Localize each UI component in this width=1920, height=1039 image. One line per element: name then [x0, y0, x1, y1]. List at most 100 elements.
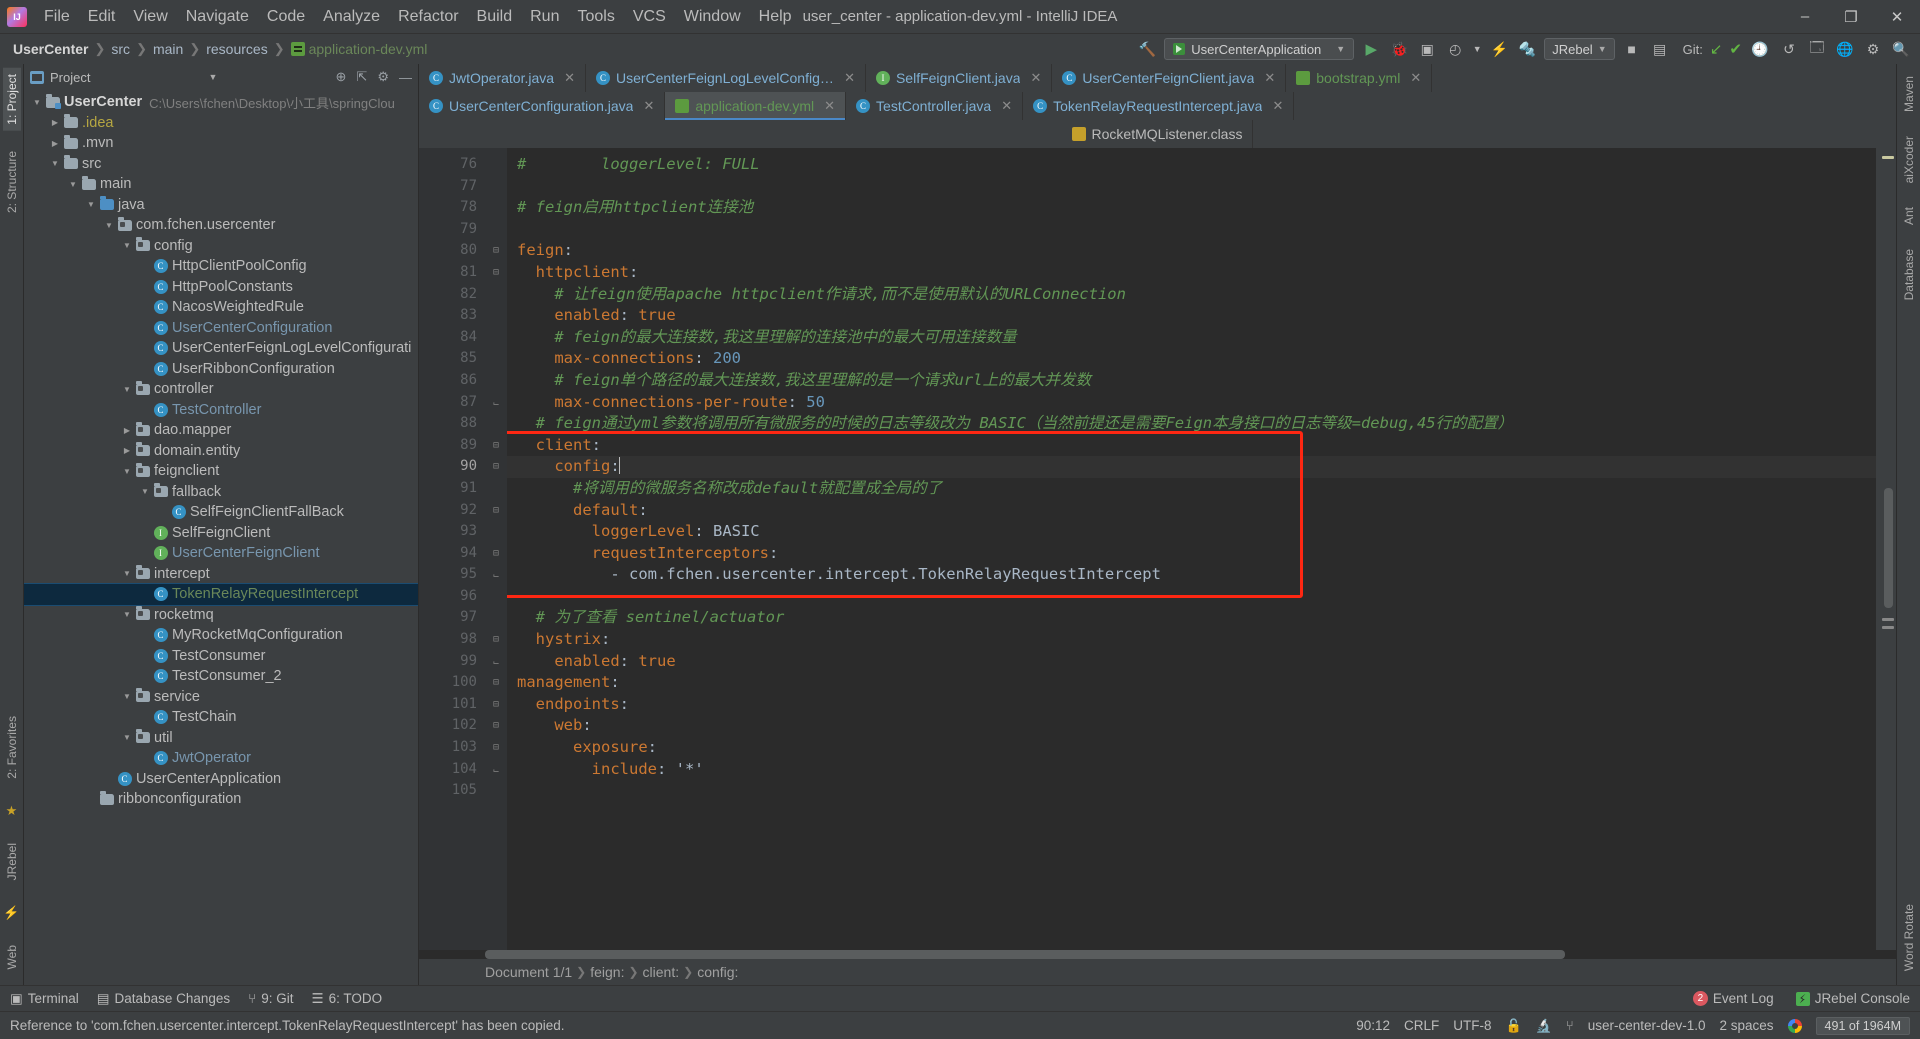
menu-window[interactable]: Window: [675, 3, 750, 31]
tool-terminal[interactable]: ▣ Terminal: [10, 991, 79, 1007]
code-line[interactable]: enabled: true: [507, 305, 1876, 327]
sidebar-item-ant[interactable]: Ant: [1900, 201, 1918, 231]
gear-icon[interactable]: ⚙: [377, 69, 389, 85]
ide-scripting-icon[interactable]: 🗔: [1806, 38, 1828, 60]
tree-node[interactable]: C TestChain: [24, 707, 418, 728]
tree-node[interactable]: ▼ feignclient: [24, 461, 418, 482]
tree-node[interactable]: ▼ UserCenter C:\Users\fchen\Desktop\小工具\sp…: [24, 92, 418, 113]
tree-node[interactable]: ▼ java: [24, 195, 418, 216]
editor-tab[interactable]: C UserCenterFeignLogLevelConfiguration.ja…: [586, 64, 866, 92]
tree-node[interactable]: ▼ controller: [24, 379, 418, 400]
breadcrumb-main[interactable]: main: [148, 39, 188, 59]
tree-node[interactable]: C UserRibbonConfiguration: [24, 359, 418, 380]
code-editor[interactable]: 76 77 78 79 80 81 82 83 84 85 86 87 88 89 90 91 92 93 94 95…: [419, 148, 1896, 950]
sidebar-item-jrebel[interactable]: JRebel: [3, 837, 21, 886]
close-tab-icon[interactable]: ✕: [1272, 98, 1283, 114]
tree-node[interactable]: I SelfFeignClient: [24, 523, 418, 544]
sidebar-item-structure[interactable]: 2: Structure: [3, 145, 21, 219]
code-line[interactable]: # feign单个路径的最大连接数,我这里理解的是一个请求url上的最大并发数: [507, 370, 1876, 392]
code-line[interactable]: requestInterceptors:: [507, 543, 1876, 565]
tree-node[interactable]: ▼ config: [24, 236, 418, 257]
menu-refactor[interactable]: Refactor: [389, 3, 467, 31]
code-line[interactable]: hystrix:: [507, 629, 1876, 651]
fold-collapse-icon[interactable]: ⊟: [485, 694, 507, 716]
horizontal-scrollbar[interactable]: [419, 950, 1896, 959]
close-tab-icon[interactable]: ✕: [643, 98, 654, 114]
tree-node[interactable]: C NacosWeightedRule: [24, 297, 418, 318]
code-line[interactable]: - com.fchen.usercenter.intercept.TokenRe…: [507, 564, 1876, 586]
build-icon[interactable]: 🔨: [1136, 38, 1158, 60]
fold-end-icon[interactable]: ⌐: [485, 392, 507, 414]
menu-edit[interactable]: Edit: [79, 3, 125, 31]
git-branch-label[interactable]: user-center-dev-1.0: [1588, 1018, 1706, 1033]
code-line[interactable]: include: '*': [507, 759, 1876, 781]
tool-jrebel-console[interactable]: JRebel Console: [1795, 991, 1910, 1006]
close-tab-icon[interactable]: ✕: [1410, 70, 1421, 86]
code-line[interactable]: # 让feign使用apache httpclient作请求,而不是使用默认的U…: [507, 284, 1876, 306]
chevron-right-icon[interactable]: ▶: [120, 426, 134, 435]
rollback-icon[interactable]: ↺: [1778, 38, 1800, 60]
editor-tab-row-3[interactable]: RocketMQListener.class: [419, 120, 1896, 148]
vertical-scroll-thumb[interactable]: [1884, 488, 1893, 608]
menu-run[interactable]: Run: [521, 3, 568, 31]
attach-icon[interactable]: ⚡: [1488, 38, 1510, 60]
tree-node[interactable]: C JwtOperator: [24, 748, 418, 769]
chevron-down-icon[interactable]: ▼: [120, 733, 134, 742]
tree-node[interactable]: C HttpPoolConstants: [24, 277, 418, 298]
close-tab-icon[interactable]: ✕: [1264, 70, 1275, 86]
code-line[interactable]: # feign的最大连接数,我这里理解的连接池中的最大可用连接数量: [507, 327, 1876, 349]
chevron-down-icon[interactable]: ▼: [120, 610, 134, 619]
tree-node[interactable]: ▶ domain.entity: [24, 441, 418, 462]
coverage-icon[interactable]: ▣: [1416, 38, 1438, 60]
git-branch-icon[interactable]: ⑂: [1566, 1018, 1574, 1033]
menu-view[interactable]: View: [124, 3, 176, 31]
tool-git[interactable]: ⑂ 9: Git: [248, 991, 293, 1006]
fold-collapse-icon[interactable]: ⊟: [485, 737, 507, 759]
translate-icon[interactable]: 🌐: [1834, 38, 1856, 60]
code-line[interactable]: #将调用的微服务名称改成default就配置成全局的了: [507, 478, 1876, 500]
project-tree[interactable]: ▼ UserCenter C:\Users\fchen\Desktop\小工具\sp…: [24, 90, 418, 985]
indent-setting[interactable]: 2 spaces: [1720, 1018, 1774, 1033]
editor-scrollbar[interactable]: [1876, 148, 1896, 950]
code-line[interactable]: enabled: true: [507, 651, 1876, 673]
code-line[interactable]: # feign启用httpclient连接池: [507, 197, 1876, 219]
sidebar-item-maven[interactable]: Maven: [1900, 70, 1918, 118]
jrebel-selector[interactable]: JRebel ▼: [1544, 38, 1615, 60]
tree-node[interactable]: ▼ intercept: [24, 564, 418, 585]
tree-node[interactable]: I UserCenterFeignClient: [24, 543, 418, 564]
code-line[interactable]: exposure:: [507, 737, 1876, 759]
editor-tab[interactable]: C TokenRelayRequestIntercept.java ✕: [1023, 92, 1295, 120]
menu-build[interactable]: Build: [468, 3, 522, 31]
close-button[interactable]: ✕: [1874, 0, 1920, 33]
editor-tab-row-1[interactable]: C JwtOperator.java ✕ C UserCenterFeignLogLev…: [419, 64, 1896, 92]
sidebar-item-web[interactable]: Web: [3, 939, 21, 975]
menu-file[interactable]: File: [35, 3, 79, 31]
breadcrumb-resources[interactable]: resources: [201, 39, 272, 59]
menu-vcs[interactable]: VCS: [624, 3, 675, 31]
code-line[interactable]: default:: [507, 500, 1876, 522]
profiler-dropdown-icon[interactable]: ▼: [1472, 38, 1482, 60]
fold-end-icon[interactable]: ⌐: [485, 759, 507, 781]
file-encoding[interactable]: UTF-8: [1453, 1018, 1491, 1033]
editor-tab-row-2[interactable]: C UserCenterConfiguration.java ✕ applicatio…: [419, 92, 1896, 120]
chevron-down-icon[interactable]: ▼: [120, 692, 134, 701]
tree-node-selected[interactable]: C TokenRelayRequestIntercept: [24, 583, 418, 606]
menu-help[interactable]: Help: [750, 3, 801, 31]
read-only-lock-icon[interactable]: 🔓: [1506, 1018, 1522, 1034]
tree-node[interactable]: C TestController: [24, 400, 418, 421]
chevron-down-icon[interactable]: ▼: [84, 200, 98, 209]
tree-node[interactable]: ▼ rocketmq: [24, 605, 418, 626]
breadcrumb-src[interactable]: src: [106, 39, 135, 59]
chevron-down-icon[interactable]: ▼: [120, 569, 134, 578]
editor-tab[interactable]: C UserCenterConfiguration.java ✕: [419, 92, 666, 120]
close-tab-icon[interactable]: ✕: [1030, 70, 1041, 86]
menu-analyze[interactable]: Analyze: [314, 3, 389, 31]
chevron-right-icon[interactable]: ▶: [120, 446, 134, 455]
run-icon[interactable]: ▶: [1360, 38, 1382, 60]
commit-icon[interactable]: ✔: [1729, 40, 1742, 58]
horizontal-scroll-thumb[interactable]: [485, 950, 1565, 959]
profiler-icon[interactable]: ◴: [1444, 38, 1466, 60]
jrebel-leaf-icon[interactable]: ⚡: [3, 901, 19, 925]
breadcrumb-project[interactable]: UserCenter: [8, 39, 93, 59]
close-tab-icon[interactable]: ✕: [824, 98, 835, 114]
